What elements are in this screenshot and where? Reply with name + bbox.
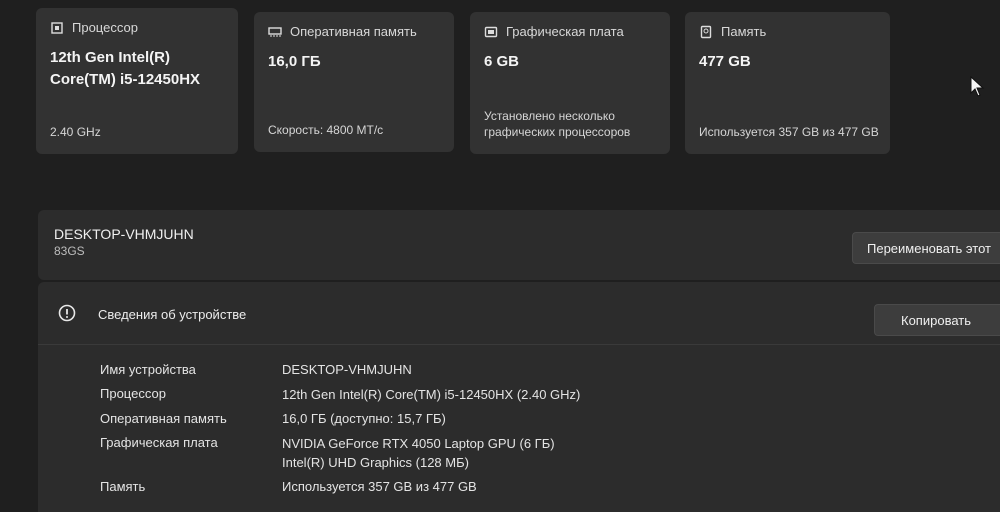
- info-icon: [58, 304, 76, 322]
- device-specs-header[interactable]: Сведения об устройстве Копировать: [38, 282, 1000, 345]
- storage-card-title: Память: [721, 24, 767, 39]
- cpu-card-title: Процессор: [72, 20, 138, 35]
- spec-value-gpu: NVIDIA GeForce RTX 4050 Laptop GPU (6 ГБ…: [282, 436, 555, 451]
- device-name: DESKTOP-VHMJUHN: [54, 226, 194, 242]
- cpu-card-sub: 2.40 GHz: [50, 125, 101, 139]
- ram-card-value: 16,0 ГБ: [268, 53, 321, 70]
- storage-card: Память 477 GB Используется 357 GB из 477…: [685, 12, 890, 154]
- spec-label-gpu: Графическая плата: [100, 435, 218, 450]
- spec-label-ram: Оперативная память: [100, 411, 227, 426]
- cpu-card: Процессор 12th Gen Intel(R) Core(TM) i5-…: [36, 8, 238, 154]
- gpu-card-sub: Установлено несколько графических процес…: [484, 109, 631, 139]
- device-specs-title: Сведения об устройстве: [98, 307, 247, 322]
- spec-label-device-name: Имя устройства: [100, 362, 196, 377]
- storage-icon: [700, 25, 712, 38]
- spec-value-storage: Используется 357 GB из 477 GB: [282, 479, 477, 494]
- spec-value-processor: 12th Gen Intel(R) Core(TM) i5-12450HX (2…: [282, 387, 581, 402]
- gpu-card-title: Графическая плата: [506, 24, 624, 39]
- cpu-card-value: 12th Gen Intel(R) Core(TM) i5-12450HX: [50, 49, 201, 88]
- device-name-panel: DESKTOP-VHMJUHN 83GS Переименовать этот: [38, 210, 1000, 280]
- ram-card: Оперативная память 16,0 ГБ Скорость: 480…: [254, 12, 454, 152]
- storage-card-value: 477 GB: [699, 53, 751, 70]
- mouse-cursor-icon: [970, 76, 985, 97]
- gpu-card: Графическая плата 6 GB Установлено неско…: [470, 12, 670, 154]
- spec-label-storage: Память: [100, 479, 146, 494]
- ram-card-title: Оперативная память: [290, 24, 417, 39]
- device-specs-panel: Сведения об устройстве Копировать Имя ус…: [38, 282, 1000, 512]
- copy-button[interactable]: Копировать: [874, 304, 1000, 336]
- ram-icon: [268, 26, 282, 37]
- cpu-icon: [51, 21, 63, 34]
- gpu-icon: [484, 26, 498, 37]
- storage-card-sub: Используется 357 GB из 477 GB: [699, 125, 879, 139]
- spec-value-ram: 16,0 ГБ (доступно: 15,7 ГБ): [282, 411, 446, 426]
- device-model: 83GS: [54, 244, 85, 258]
- ram-card-sub: Скорость: 4800 МТ/с: [268, 123, 384, 137]
- spec-value-device-name: DESKTOP-VHMJUHN: [282, 362, 412, 377]
- spec-value-gpu-2: Intel(R) UHD Graphics (128 МБ): [282, 455, 469, 470]
- rename-button[interactable]: Переименовать этот: [852, 232, 1000, 264]
- gpu-card-value: 6 GB: [484, 53, 520, 70]
- spec-label-processor: Процессор: [100, 386, 166, 401]
